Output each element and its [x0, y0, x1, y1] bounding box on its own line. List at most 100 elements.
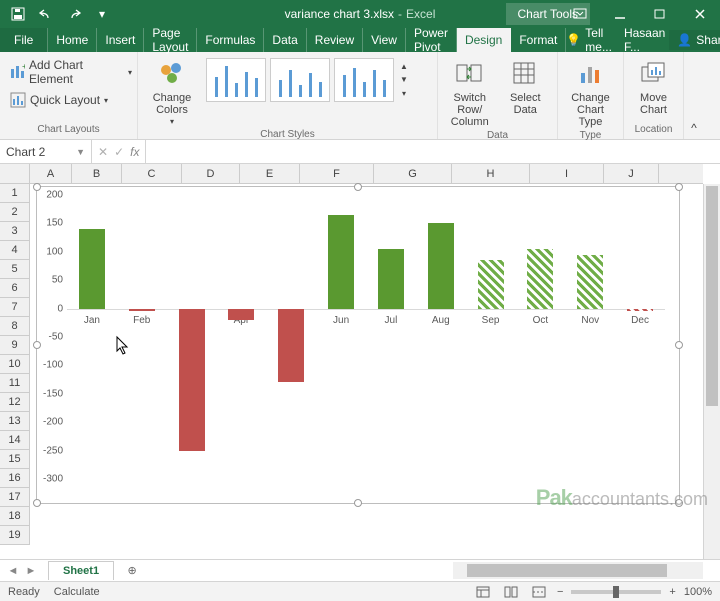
resize-handle[interactable]	[33, 499, 41, 507]
row-header[interactable]: 17	[0, 488, 29, 507]
select-data-button[interactable]: Select Data	[500, 56, 552, 118]
row-header[interactable]: 13	[0, 412, 29, 431]
gallery-down[interactable]: ▼	[396, 75, 412, 84]
ribbon-options-button[interactable]	[560, 0, 600, 28]
column-header[interactable]: A	[30, 164, 72, 183]
tab-insert[interactable]: Insert	[97, 28, 144, 52]
name-box[interactable]: Chart 2 ▼	[0, 140, 92, 163]
tab-file[interactable]: File	[0, 28, 48, 52]
column-header[interactable]: G	[374, 164, 452, 183]
resize-handle[interactable]	[354, 183, 362, 191]
resize-handle[interactable]	[675, 341, 683, 349]
row-header[interactable]: 5	[0, 260, 29, 279]
tab-home[interactable]: Home	[48, 28, 97, 52]
chart-style-gallery[interactable]: ▲ ▼ ▾	[204, 56, 424, 104]
chart-bar[interactable]	[478, 260, 504, 308]
new-sheet-button[interactable]: ⊕	[120, 563, 144, 578]
chart-bar[interactable]	[527, 249, 553, 309]
user-name[interactable]: Hasaan F...	[624, 26, 665, 54]
tell-me[interactable]: Tell me...	[585, 26, 612, 54]
resize-handle[interactable]	[675, 499, 683, 507]
tab-power-pivot[interactable]: Power Pivot	[406, 28, 457, 52]
chart-bar[interactable]	[278, 309, 304, 383]
chart-bar[interactable]	[79, 229, 105, 309]
view-page-layout-button[interactable]	[501, 584, 521, 600]
enter-formula-button[interactable]: ✓	[114, 145, 124, 159]
resize-handle[interactable]	[354, 499, 362, 507]
row-header[interactable]: 12	[0, 393, 29, 412]
redo-button[interactable]	[62, 2, 86, 26]
tab-format[interactable]: Format	[511, 28, 566, 52]
chart-plot-area[interactable]: 200150100500-50-100-150-200-250-300JanFe…	[67, 195, 665, 479]
qat-customize[interactable]: ▾	[90, 2, 114, 26]
scrollbar-thumb[interactable]	[706, 186, 718, 406]
row-header[interactable]: 10	[0, 355, 29, 374]
column-header[interactable]: D	[182, 164, 240, 183]
column-header[interactable]: C	[122, 164, 182, 183]
change-colors-button[interactable]: Change Colors▾	[144, 56, 200, 129]
chevron-down-icon[interactable]: ▼	[76, 147, 85, 157]
chart-style-3[interactable]	[334, 58, 394, 102]
row-header[interactable]: 6	[0, 279, 29, 298]
column-header[interactable]: J	[604, 164, 659, 183]
column-header[interactable]: F	[300, 164, 374, 183]
close-button[interactable]	[680, 0, 720, 28]
add-chart-element-button[interactable]: + Add Chart Element▾	[6, 56, 136, 88]
collapse-ribbon-button[interactable]: ^	[684, 52, 704, 139]
chart-bar[interactable]	[378, 249, 404, 309]
zoom-knob[interactable]	[613, 586, 619, 598]
undo-button[interactable]	[34, 2, 58, 26]
zoom-out-button[interactable]: −	[557, 586, 563, 598]
zoom-in-button[interactable]: +	[669, 586, 675, 598]
resize-handle[interactable]	[675, 183, 683, 191]
gallery-more[interactable]: ▾	[396, 89, 412, 98]
sheet-nav-prev[interactable]: ◄	[8, 565, 19, 577]
row-header[interactable]: 18	[0, 507, 29, 526]
minimize-button[interactable]	[600, 0, 640, 28]
fx-button[interactable]: fx	[130, 145, 139, 159]
chart-style-2[interactable]	[270, 58, 330, 102]
save-button[interactable]	[6, 2, 30, 26]
view-normal-button[interactable]	[473, 584, 493, 600]
row-header[interactable]: 19	[0, 526, 29, 545]
row-header[interactable]: 14	[0, 431, 29, 450]
move-chart-button[interactable]: Move Chart	[630, 56, 677, 118]
chart-bar[interactable]	[179, 309, 205, 451]
change-chart-type-button[interactable]: Change Chart Type	[564, 56, 617, 130]
row-header[interactable]: 8	[0, 317, 29, 336]
row-header[interactable]: 15	[0, 450, 29, 469]
zoom-slider[interactable]	[571, 590, 661, 594]
tab-page-layout[interactable]: Page Layout	[144, 28, 197, 52]
switch-row-column-button[interactable]: Switch Row/ Column	[444, 56, 496, 130]
chart-style-1[interactable]	[206, 58, 266, 102]
row-header[interactable]: 9	[0, 336, 29, 355]
row-header[interactable]: 4	[0, 241, 29, 260]
row-header[interactable]: 16	[0, 469, 29, 488]
chart-bar[interactable]	[577, 255, 603, 309]
formula-input[interactable]	[146, 140, 720, 163]
sheet-tab-active[interactable]: Sheet1	[48, 561, 114, 580]
tab-review[interactable]: Review	[307, 28, 363, 52]
column-header[interactable]: H	[452, 164, 530, 183]
cells[interactable]: 200150100500-50-100-150-200-250-300JanFe…	[30, 184, 703, 559]
row-header[interactable]: 11	[0, 374, 29, 393]
cancel-formula-button[interactable]: ✕	[98, 145, 108, 159]
view-page-break-button[interactable]	[529, 584, 549, 600]
chart-object[interactable]: 200150100500-50-100-150-200-250-300JanFe…	[36, 186, 680, 504]
column-header[interactable]: B	[72, 164, 122, 183]
column-header[interactable]: E	[240, 164, 300, 183]
chart-bar[interactable]	[129, 309, 155, 312]
gallery-up[interactable]: ▲	[396, 62, 412, 71]
quick-layout-button[interactable]: Quick Layout▾	[6, 90, 136, 110]
row-header[interactable]: 2	[0, 203, 29, 222]
scrollbar-thumb[interactable]	[467, 564, 667, 577]
row-header[interactable]: 1	[0, 184, 29, 203]
tab-formulas[interactable]: Formulas	[197, 28, 264, 52]
chart-bar[interactable]	[627, 309, 653, 312]
zoom-level[interactable]: 100%	[684, 586, 712, 598]
tab-view[interactable]: View	[363, 28, 406, 52]
chart-bar[interactable]	[428, 223, 454, 308]
chart-bar[interactable]	[228, 309, 254, 320]
sheet-nav-next[interactable]: ►	[26, 565, 37, 577]
select-all-corner[interactable]	[0, 164, 30, 183]
